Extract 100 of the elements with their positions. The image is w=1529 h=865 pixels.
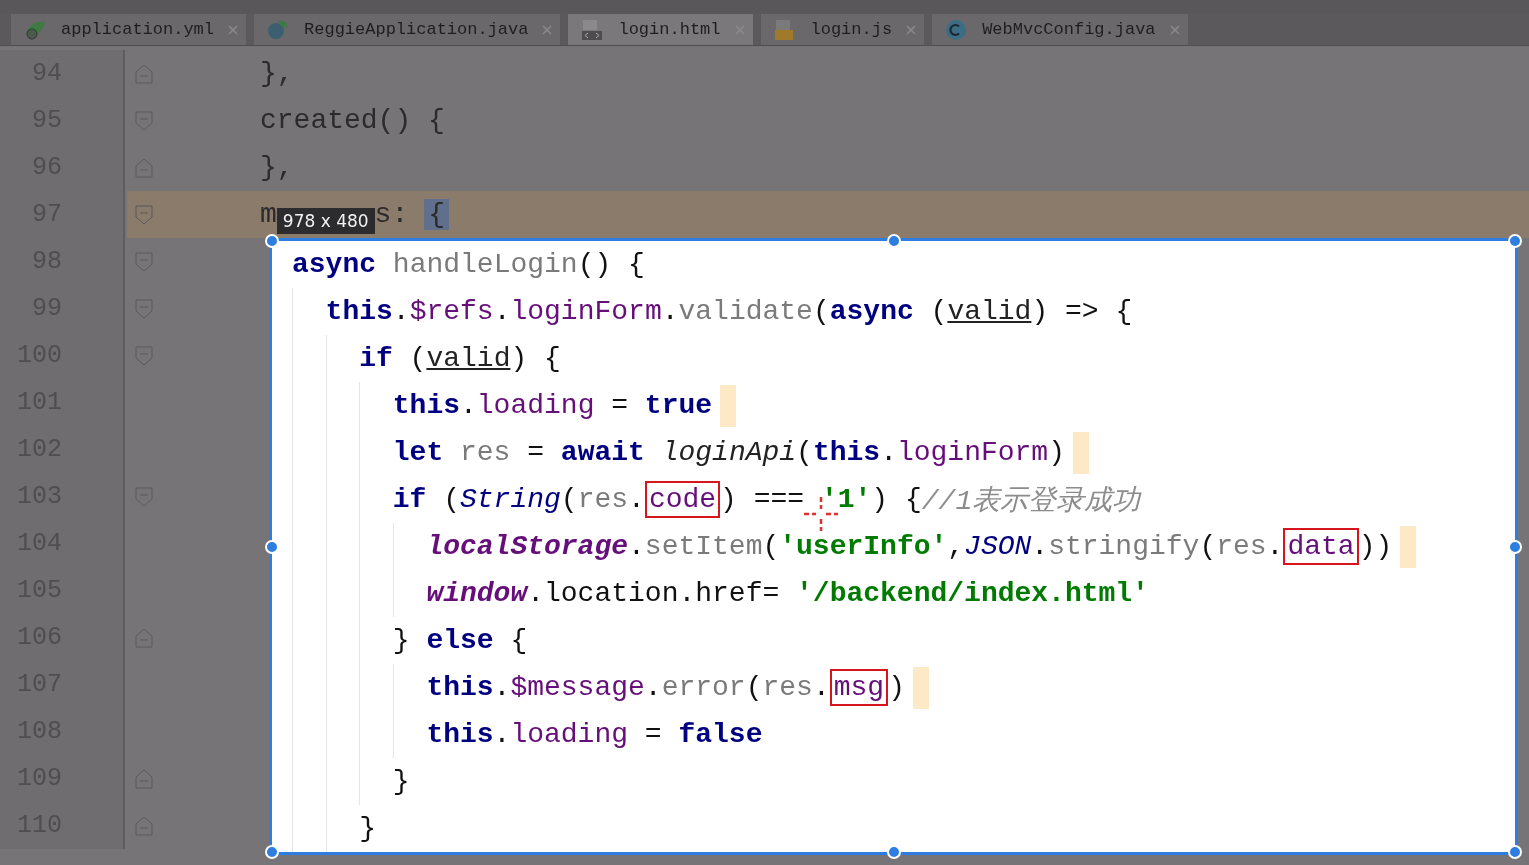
code-text: ) => { — [1031, 296, 1133, 327]
object-name: localStorage — [426, 531, 628, 562]
close-icon[interactable] — [1169, 24, 1180, 35]
code-text: ( — [796, 437, 813, 468]
method-name: handleLogin — [392, 249, 578, 280]
code-text: ) — [888, 672, 905, 703]
fold-icon[interactable] — [135, 298, 153, 319]
file-tab[interactable]: ReggieApplication.java — [253, 13, 562, 45]
keyword: this — [426, 719, 494, 750]
fold-icon[interactable] — [135, 345, 153, 366]
property-name: loading — [510, 719, 629, 750]
property-name: code — [644, 481, 721, 518]
class-icon — [944, 17, 969, 42]
code-text: ( — [443, 484, 460, 515]
close-icon[interactable] — [906, 24, 917, 35]
file-tab[interactable]: application.yml — [10, 13, 248, 45]
code-text: . — [392, 296, 410, 327]
keyword: false — [678, 719, 763, 750]
fold-icon[interactable] — [135, 627, 153, 648]
code-text: ( — [762, 531, 780, 562]
keyword: true — [644, 390, 713, 421]
global-name: JSON — [964, 531, 1032, 562]
code-text: ) === — [720, 484, 806, 515]
string-literal: '/backend/index.html' — [796, 578, 1149, 609]
resize-handle[interactable] — [265, 539, 279, 554]
resize-handle[interactable] — [1508, 845, 1522, 859]
variable-name: res — [762, 672, 813, 703]
property-name: loginForm — [896, 437, 1049, 468]
code-text: . — [1266, 531, 1284, 562]
resize-handle[interactable] — [265, 234, 279, 248]
resize-handle[interactable] — [886, 845, 901, 859]
code-text: . — [460, 390, 477, 421]
html-file-icon — [580, 17, 605, 42]
resize-handle[interactable] — [265, 845, 279, 859]
size-badge: 978 x 480 — [276, 207, 375, 234]
fold-icon[interactable] — [135, 486, 153, 507]
file-tab[interactable]: login.js — [759, 13, 926, 45]
keyword: else — [426, 625, 495, 656]
code-text: )) — [1358, 531, 1393, 562]
string-literal: 'userInfo' — [779, 531, 948, 562]
method-name: error — [661, 672, 746, 703]
code-line: }, — [260, 152, 294, 183]
resize-handle[interactable] — [1508, 539, 1522, 554]
property-name: loginForm — [510, 296, 662, 327]
variable-name: res — [460, 437, 511, 468]
fold-icon[interactable] — [135, 63, 153, 84]
fold-icon[interactable] — [135, 768, 153, 789]
code-text: } — [392, 625, 411, 656]
code-text: . — [1031, 531, 1049, 562]
code-text: ) { — [510, 343, 561, 374]
code-text: . — [880, 437, 897, 468]
function-name: loginApi — [661, 437, 797, 468]
property-name: $refs — [409, 296, 494, 327]
method-name: setItem — [644, 531, 763, 562]
method-name: validate — [678, 296, 813, 327]
code-line: created() { — [260, 105, 445, 136]
code-comment: //1表示登录成功 — [921, 484, 1141, 519]
keyword: if — [359, 343, 394, 374]
resize-handle[interactable] — [1508, 234, 1522, 248]
fold-icon[interactable] — [135, 204, 153, 225]
fold-icon[interactable] — [135, 110, 153, 131]
close-icon[interactable] — [542, 24, 553, 35]
fold-icon[interactable] — [135, 251, 153, 272]
keyword: this — [392, 390, 460, 421]
code-line: m — [260, 199, 277, 230]
close-icon[interactable] — [228, 24, 239, 35]
file-tab[interactable]: login.html — [567, 13, 754, 45]
keyword: await — [560, 437, 646, 468]
resize-handle[interactable] — [886, 234, 901, 248]
variable-name: res — [1216, 531, 1267, 562]
variable-name: res — [577, 484, 629, 515]
property-name: data — [1283, 528, 1359, 565]
code-text: . — [661, 296, 679, 327]
code-text: ) — [1048, 437, 1065, 468]
code-text: . — [493, 672, 511, 703]
code-text: { — [510, 625, 528, 656]
code-text: ( — [745, 672, 763, 703]
code-text: ( — [812, 296, 830, 327]
code-line: s: — [374, 199, 409, 230]
object-name: window — [426, 578, 528, 609]
global-name: String — [460, 484, 561, 515]
string-literal: '1' — [820, 484, 872, 515]
property-name: msg — [829, 669, 889, 706]
keyword: this — [426, 672, 494, 703]
code-text: . — [812, 672, 830, 703]
file-tab[interactable]: WebMvcConfig.java — [931, 13, 1189, 45]
code-text: . — [644, 672, 662, 703]
fold-icon[interactable] — [135, 157, 153, 178]
keyword: async — [829, 296, 915, 327]
code-text: . — [493, 719, 511, 750]
fold-icon[interactable] — [135, 815, 153, 836]
keyword: this — [325, 296, 393, 327]
code-text: = — [610, 390, 630, 421]
code-text: } — [359, 813, 376, 844]
code-text: ( — [560, 484, 578, 515]
keyword: if — [392, 484, 428, 515]
code-text: . — [493, 296, 511, 327]
keyword: let — [392, 437, 445, 468]
code-text: ) { — [871, 484, 922, 515]
code-text: } — [392, 766, 410, 797]
